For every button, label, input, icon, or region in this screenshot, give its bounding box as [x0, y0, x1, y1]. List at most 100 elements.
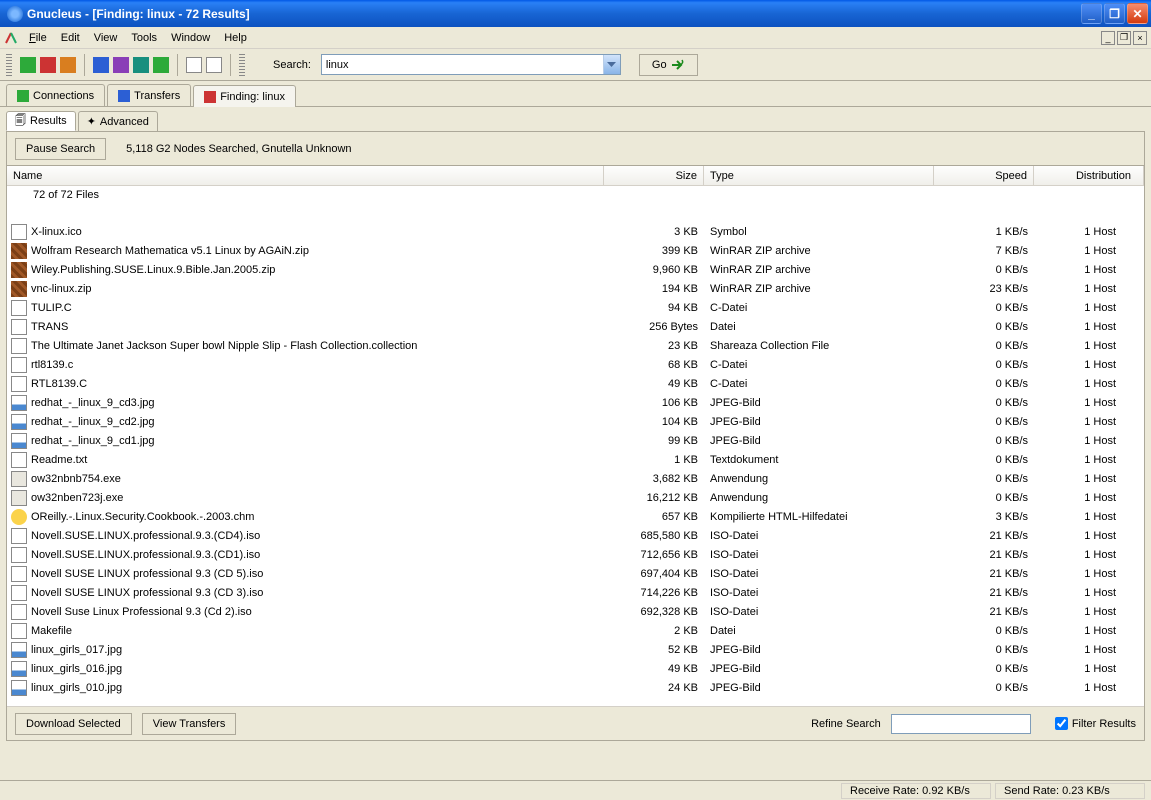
filter-results-checkbox[interactable]: Filter Results [1055, 717, 1136, 730]
file-icon [11, 509, 27, 525]
search-status: 5,118 G2 Nodes Searched, Gnutella Unknow… [126, 143, 351, 155]
file-speed: 0 KB/s [934, 473, 1034, 485]
file-row[interactable]: Novell SUSE LINUX professional 9.3 (CD 3… [7, 583, 1144, 602]
tab-transfers-label: Transfers [134, 90, 180, 102]
file-distribution: 1 Host [1034, 226, 1144, 238]
refine-search-input[interactable] [891, 714, 1031, 734]
file-name: rtl8139.c [31, 359, 604, 371]
menu-view[interactable]: View [87, 30, 125, 46]
file-name: TRANS [31, 321, 604, 333]
column-type[interactable]: Type [704, 166, 934, 185]
file-speed: 0 KB/s [934, 359, 1034, 371]
subtab-advanced[interactable]: ✦ Advanced [78, 111, 158, 131]
results-list[interactable]: Name Size Type Speed Distribution 72 of … [7, 166, 1144, 706]
file-row[interactable]: linux_girls_016.jpg49 KBJPEG-Bild0 KB/s1… [7, 659, 1144, 678]
file-row[interactable]: Novell Suse Linux Professional 9.3 (Cd 2… [7, 602, 1144, 621]
toolbar-icon-8[interactable] [186, 57, 202, 73]
file-size: 194 KB [604, 283, 704, 295]
file-row[interactable]: OReilly.-.Linux.Security.Cookbook.-.2003… [7, 507, 1144, 526]
subtab-results[interactable]: 🗐 Results [6, 111, 76, 131]
file-speed: 21 KB/s [934, 549, 1034, 561]
file-icon [11, 585, 27, 601]
filter-results-input[interactable] [1055, 717, 1068, 730]
menu-window[interactable]: Window [164, 30, 217, 46]
file-row[interactable]: TRANS256 BytesDatei0 KB/s1 Host [7, 317, 1144, 336]
view-transfers-button[interactable]: View Transfers [142, 713, 237, 735]
file-row[interactable]: ow32nben723j.exe16,212 KBAnwendung0 KB/s… [7, 488, 1144, 507]
file-row[interactable]: redhat_-_linux_9_cd1.jpg99 KBJPEG-Bild0 … [7, 431, 1144, 450]
file-row[interactable]: RTL8139.C49 KBC-Datei0 KB/s1 Host [7, 374, 1144, 393]
file-row[interactable]: redhat_-_linux_9_cd2.jpg104 KBJPEG-Bild0… [7, 412, 1144, 431]
file-icon [11, 604, 27, 620]
file-row[interactable]: Novell SUSE LINUX professional 9.3 (CD 5… [7, 564, 1144, 583]
search-dropdown-button[interactable] [603, 55, 620, 74]
download-selected-button[interactable]: Download Selected [15, 713, 132, 735]
file-distribution: 1 Host [1034, 549, 1144, 561]
tab-connections[interactable]: Connections [6, 84, 105, 106]
file-icon [11, 642, 27, 658]
toolbar-handle[interactable] [6, 54, 12, 76]
column-size[interactable]: Size [604, 166, 704, 185]
mdi-close-button[interactable]: × [1133, 31, 1147, 45]
file-size: 16,212 KB [604, 492, 704, 504]
file-distribution: 1 Host [1034, 435, 1144, 447]
file-row[interactable]: rtl8139.c68 KBC-Datei0 KB/s1 Host [7, 355, 1144, 374]
close-button[interactable]: ✕ [1127, 3, 1148, 24]
maximize-button[interactable]: ❐ [1104, 3, 1125, 24]
menu-edit[interactable]: Edit [54, 30, 87, 46]
advanced-icon: ✦ [87, 115, 96, 128]
menu-tools[interactable]: Tools [124, 30, 164, 46]
file-size: 697,404 KB [604, 568, 704, 580]
file-size: 2 KB [604, 625, 704, 637]
file-distribution: 1 Host [1034, 625, 1144, 637]
column-distribution[interactable]: Distribution [1034, 166, 1144, 185]
toolbar-icon-7[interactable] [153, 57, 169, 73]
file-row[interactable]: TULIP.C94 KBC-Datei0 KB/s1 Host [7, 298, 1144, 317]
menu-file[interactable]: File [22, 30, 54, 46]
file-row[interactable]: linux_girls_010.jpg24 KBJPEG-Bild0 KB/s1… [7, 678, 1144, 697]
file-row[interactable]: Novell.SUSE.LINUX.professional.9.3.(CD1)… [7, 545, 1144, 564]
file-row[interactable]: redhat_-_linux_9_cd3.jpg106 KBJPEG-Bild0… [7, 393, 1144, 412]
tab-finding[interactable]: Finding: linux [193, 85, 296, 107]
toolbar-icon-9[interactable] [206, 57, 222, 73]
column-name[interactable]: Name [7, 166, 604, 185]
file-row[interactable]: Novell.SUSE.LINUX.professional.9.3.(CD4)… [7, 526, 1144, 545]
file-row[interactable]: vnc-linux.zip194 KBWinRAR ZIP archive23 … [7, 279, 1144, 298]
go-button[interactable]: Go [639, 54, 698, 76]
toolbar-icon-6[interactable] [133, 57, 149, 73]
toolbar-icon-1[interactable] [20, 57, 36, 73]
mdi-restore-button[interactable]: ❐ [1117, 31, 1131, 45]
file-size: 49 KB [604, 663, 704, 675]
toolbar-handle-2[interactable] [239, 54, 245, 76]
file-row[interactable]: linux_girls_017.jpg52 KBJPEG-Bild0 KB/s1… [7, 640, 1144, 659]
file-name: OReilly.-.Linux.Security.Cookbook.-.2003… [31, 511, 604, 523]
file-name: Novell Suse Linux Professional 9.3 (Cd 2… [31, 606, 604, 618]
file-icon [11, 395, 27, 411]
toolbar-icon-3[interactable] [60, 57, 76, 73]
toolbar-icon-2[interactable] [40, 57, 56, 73]
file-row[interactable]: Wiley.Publishing.SUSE.Linux.9.Bible.Jan.… [7, 260, 1144, 279]
file-row[interactable]: Wolfram Research Mathematica v5.1 Linux … [7, 241, 1144, 260]
file-row[interactable]: ow32nbnb754.exe3,682 KBAnwendung0 KB/s1 … [7, 469, 1144, 488]
file-row[interactable]: The Ultimate Janet Jackson Super bowl Ni… [7, 336, 1144, 355]
file-type: ISO-Datei [704, 568, 934, 580]
file-size: 99 KB [604, 435, 704, 447]
subtab-results-label: Results [30, 115, 67, 127]
toolbar-icon-4[interactable] [93, 57, 109, 73]
file-name: linux_girls_016.jpg [31, 663, 604, 675]
status-send-rate: Send Rate: 0.23 KB/s [995, 783, 1145, 799]
column-speed[interactable]: Speed [934, 166, 1034, 185]
file-row[interactable]: Makefile2 KBDatei0 KB/s1 Host [7, 621, 1144, 640]
tab-transfers[interactable]: Transfers [107, 84, 191, 106]
file-row[interactable]: Readme.txt1 KBTextdokument0 KB/s1 Host [7, 450, 1144, 469]
toolbar-icon-5[interactable] [113, 57, 129, 73]
file-row[interactable]: X-linux.ico3 KBSymbol1 KB/s1 Host [7, 222, 1144, 241]
file-type: JPEG-Bild [704, 663, 934, 675]
mdi-minimize-button[interactable]: _ [1101, 31, 1115, 45]
search-combo[interactable] [321, 54, 621, 75]
pause-search-button[interactable]: Pause Search [15, 138, 106, 160]
search-input[interactable] [322, 55, 603, 74]
file-icon [11, 414, 27, 430]
minimize-button[interactable]: _ [1081, 3, 1102, 24]
menu-help[interactable]: Help [217, 30, 254, 46]
